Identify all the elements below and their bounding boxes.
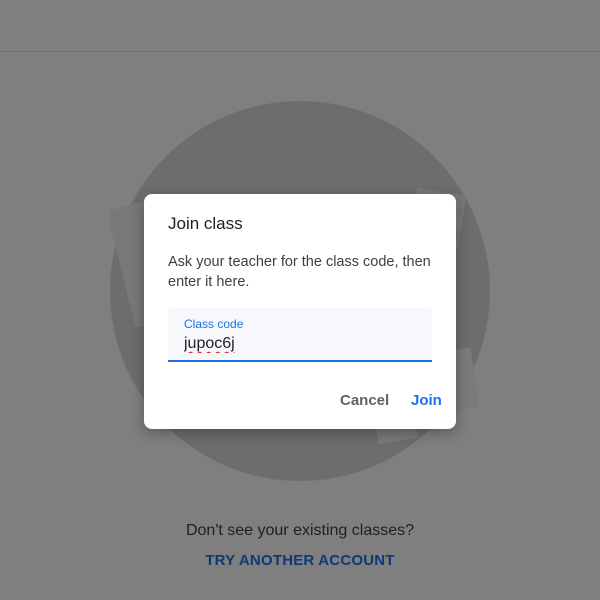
dialog-title: Join class (168, 214, 243, 233)
class-code-input[interactable] (184, 333, 414, 355)
cancel-button[interactable]: Cancel (340, 392, 389, 409)
dialog-description: Ask your teacher for the class code, the… (168, 254, 431, 290)
class-code-field[interactable]: Class code (168, 308, 432, 362)
join-class-dialog: Join class Ask your teacher for the clas… (144, 194, 456, 429)
join-button[interactable]: Join (411, 392, 442, 409)
class-code-label: Class code (184, 317, 244, 331)
